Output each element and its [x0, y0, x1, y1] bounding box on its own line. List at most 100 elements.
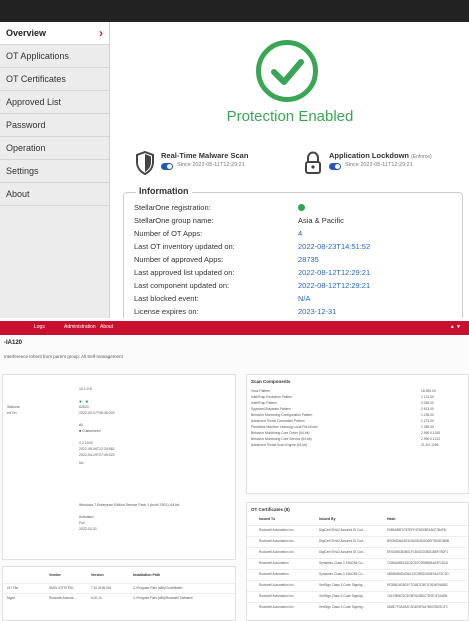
sidebar-item-ot-certificates[interactable]: OT Certificates	[0, 68, 109, 91]
table-row[interactable]: Rockwell Automation Inc. VeriSign Class 3…	[247, 591, 469, 599]
col-vendor: Vendor	[49, 573, 61, 577]
cert-issued-to: Rockwell Automation Inc.	[259, 550, 295, 554]
table-row[interactable]: Mgmt Rockwell Automa... 6.00.14 C:\Program …	[3, 593, 237, 600]
scan-component-version: 2.613.00	[421, 407, 434, 411]
cert-issued-by: DigiCert SHA2 Assured ID Cod...	[319, 550, 366, 554]
table-row[interactable]: x17 File SMSL IOTSTEM... 7.10.4196.061 C:\P…	[3, 583, 237, 590]
cert-hash: 9F2B6D4DB21F7C6B7D3E1C9D4F0A8B2	[387, 583, 448, 587]
info-row-component-updated: Last component updated on: 2022-08-12T12…	[134, 281, 371, 290]
cert-issued-by: VeriSign Class 3 Code Signing...	[319, 605, 366, 609]
app-lockdown-toggle[interactable]	[329, 163, 341, 170]
scan-component-row: Behavior Monitoring Core Driver (64-bit)…	[251, 431, 466, 436]
nav-logs[interactable]: Logs	[34, 324, 45, 330]
scan-component-row: Predictive Machine Learning Local File M…	[251, 425, 466, 430]
feature-since: Since 2022-05-11T12:29:21	[177, 162, 245, 168]
table-row[interactable]: Rockwell Automation Inc. DigiCert SHA2 As…	[247, 525, 469, 533]
app-vendor: SMSL IOTSTEM...	[49, 586, 76, 590]
scan-component-version: 2.389.00	[421, 425, 434, 429]
window-title-bar	[0, 0, 469, 22]
inherit-settings[interactable]: Interference Inherit from parent group: …	[4, 354, 123, 359]
table-row[interactable]: Rockwell Automation Inc. VeriSign Class 3…	[247, 580, 469, 588]
ot-certificates-title: OT Certificates (8)	[251, 507, 290, 512]
sidebar-item-about[interactable]: About	[0, 183, 109, 206]
cert-issued-to: Rockwell Automation Inc.	[259, 528, 295, 532]
protection-check-icon	[256, 40, 318, 102]
console-window: Logs Administration About ▲ ▼ -IA120 Int…	[0, 321, 469, 621]
scan-component-row: IntelliTrap Pattern 0.265.00	[251, 401, 466, 406]
scan-component-row: Spyware/Grayware Pattern 2.613.00	[251, 407, 466, 412]
cert-issued-by: VeriSign Class 3 Code Signing...	[319, 583, 366, 587]
info-row-approved: Number of approved Apps: 28735	[134, 255, 319, 264]
app-name: x17 File	[7, 586, 19, 590]
malware-scan-toggle[interactable]	[161, 163, 173, 170]
registration-ok-icon	[298, 204, 305, 211]
device-info-value: 2.2.1043	[79, 441, 93, 445]
table-row[interactable]: Rockwell Automation Symantec Class 3 SHA2…	[247, 569, 469, 577]
information-section: Information StellarOne registration: Ste…	[123, 186, 463, 318]
sidebar-item-approved-list[interactable]: Approved List	[0, 91, 109, 114]
info-row-blocked: Last blocked event: N/A	[134, 294, 311, 303]
table-row[interactable]: Rockwell Automation Symantec Class 3 SHA2…	[247, 558, 469, 566]
device-info-value: 2022-05-06T12:24:582	[79, 447, 115, 451]
sidebar-item-password[interactable]: Password	[0, 114, 109, 137]
nav-about[interactable]: About	[100, 324, 113, 330]
device-info-value: Activated	[79, 515, 94, 519]
app-path: C:\Program Files (x86)\CodeMeter\	[133, 586, 183, 590]
shield-icon	[136, 151, 154, 175]
scan-component-row: Virus Pattern 18.265.00	[251, 389, 466, 394]
user-menu[interactable]: ▲ ▼	[450, 324, 461, 330]
app-path: C:\Program Files (x86)\Rockwell Software…	[133, 596, 194, 600]
info-row-group: StellarOne group name: Asia & Pacific	[134, 216, 344, 225]
device-info-value: No	[79, 461, 84, 465]
device-info-value: 10.1.0.8	[79, 387, 92, 391]
sidebar-item-label: Overview	[6, 28, 47, 38]
scan-component-row: Advanced Threat Scan Engine (64-bit) 21.8…	[251, 443, 466, 448]
scan-component-version: 18.265.00	[421, 389, 436, 393]
feature-title: Real-Time Malware Scan	[161, 151, 249, 160]
device-info-card: 10.1.0.8 Stations 62620 ed On 2022-04-07T08:…	[2, 374, 236, 560]
ot-apps-card: Vendor Version Installation Path x17 Fil…	[2, 566, 237, 621]
device-info-value: Windows 7 Enterprise Edition Service Pac…	[79, 503, 180, 507]
app-version: 6.00.14	[91, 596, 102, 600]
table-row[interactable]: Rockwell Automation Inc. VeriSign Class 3…	[247, 602, 469, 610]
col-issued-to: Issued To	[259, 517, 276, 521]
app-name: Mgmt	[7, 596, 15, 600]
cert-hash: 0BDB0B6D4D6A10C2B5D3A5E0A1F2C3D	[387, 572, 449, 576]
ot-apps-link[interactable]: 4	[298, 229, 302, 238]
device-info-value: ■ Customized	[79, 429, 101, 433]
col-installation-path: Installation Path	[133, 573, 161, 577]
scan-component-version: 1.235.00	[421, 413, 434, 417]
console-nav-bar: Logs Administration About ▲ ▼	[0, 321, 469, 335]
table-row[interactable]: Rockwell Automation Inc. DigiCert SHA2 As…	[247, 547, 469, 555]
table-row[interactable]: Rockwell Automation Inc. DigiCert SHA2 As…	[247, 536, 469, 544]
scan-component-name: Advanced Threat Correlation Pattern	[251, 419, 305, 423]
sidebar-item-label: Approved List	[6, 97, 62, 107]
sidebar-item-operation[interactable]: Operation	[0, 137, 109, 160]
sidebar-item-label: Operation	[6, 143, 46, 153]
cert-issued-by: VeriSign Class 3 Code Signing...	[319, 594, 366, 598]
sidebar-item-ot-applications[interactable]: OT Applications	[0, 45, 109, 68]
sidebar: Overview › OT Applications OT Certificat…	[0, 22, 110, 318]
device-title: -IA120	[4, 340, 23, 346]
scan-component-row: Advanced Threat Correlation Pattern 1.273…	[251, 419, 466, 424]
scan-component-version: 2.990.0.1155	[421, 431, 441, 435]
scan-component-version: 1.273.00	[421, 419, 434, 423]
cert-hash: E0B6485F0787EFF4F6D65E4A027B4FB	[387, 528, 446, 532]
nav-administration[interactable]: Administration	[64, 324, 96, 330]
device-info-value: 62620	[79, 405, 89, 409]
scan-component-row: Behavior Monitoring Configuration Patter…	[251, 413, 466, 418]
cert-hash: 7A1F9B6D2C4E8F0A3B5C7D9E1F2A4B6	[387, 594, 448, 598]
protection-status: Protection Enabled	[226, 108, 354, 125]
cert-issued-by: Symantec Class 3 SHA256 Co...	[319, 561, 366, 565]
status-dots: ● ●	[79, 399, 90, 405]
approved-apps-link[interactable]: 28735	[298, 255, 319, 264]
scan-component-name: Behavior Monitoring Core Service (64-bit…	[251, 437, 312, 441]
device-info-key: Stations	[7, 405, 20, 409]
cert-issued-by: DigiCert SHA2 Assured ID Cod...	[319, 539, 366, 543]
cert-issued-to: Rockwell Automation	[259, 572, 289, 576]
scan-component-version: 2.121.00	[421, 395, 434, 399]
cert-issued-to: Rockwell Automation Inc.	[259, 539, 295, 543]
sidebar-item-settings[interactable]: Settings	[0, 160, 109, 183]
information-title: Information	[136, 186, 192, 196]
sidebar-item-overview[interactable]: Overview ›	[0, 22, 109, 45]
